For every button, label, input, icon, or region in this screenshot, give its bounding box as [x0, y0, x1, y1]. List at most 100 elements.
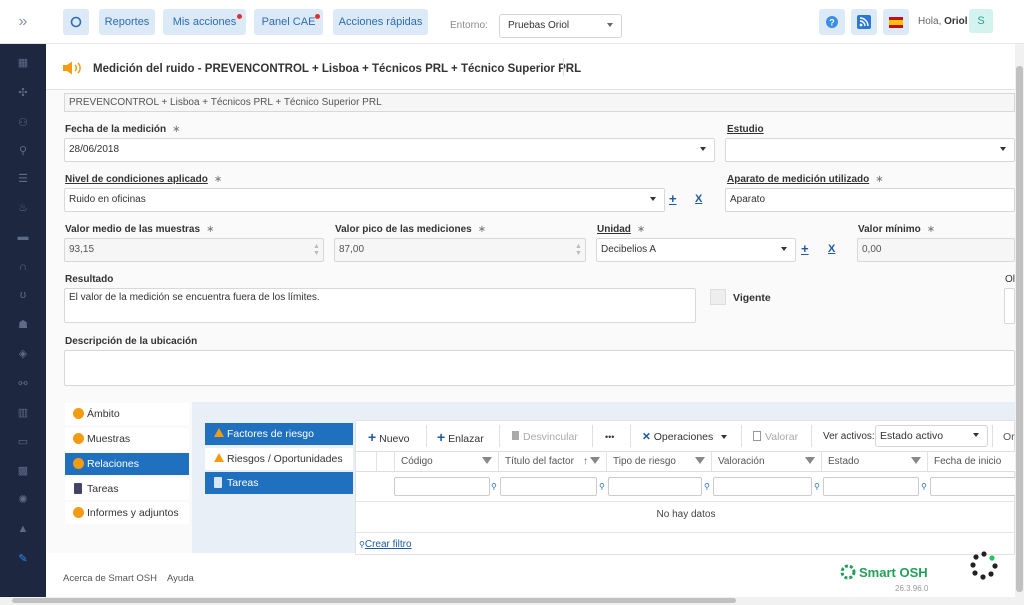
entorno-value: Pruebas Oriol: [508, 20, 570, 31]
tab-tareas[interactable]: Tareas: [205, 472, 353, 494]
filter-icon[interactable]: [482, 457, 492, 464]
filter-valoracion-input[interactable]: [713, 477, 812, 496]
filter-icon[interactable]: ⚲: [921, 482, 927, 491]
shield-icon[interactable]: ◈: [13, 346, 33, 362]
column-fecha-inicio[interactable]: Fecha de inicio: [927, 452, 1016, 471]
search-button[interactable]: [63, 9, 89, 35]
filter-icon[interactable]: [590, 457, 600, 464]
column-tipo-riesgo[interactable]: Tipo de riesgo: [606, 452, 711, 471]
operaciones-label: Operaciones: [653, 431, 714, 443]
filter-icon[interactable]: [911, 457, 921, 464]
clear-nivel-button[interactable]: X: [695, 193, 702, 205]
sort-asc-icon[interactable]: ↑: [583, 452, 588, 472]
compass-icon[interactable]: ✣: [13, 85, 33, 101]
acciones-rapidas-button[interactable]: Acciones rápidas: [333, 9, 428, 35]
ob-textarea[interactable]: [1004, 288, 1015, 324]
resultado-textarea[interactable]: El valor de la medición se encuentra fue…: [64, 288, 696, 323]
filter-icon[interactable]: [805, 457, 815, 464]
nuevo-button[interactable]: + Nuevo: [368, 429, 409, 445]
valorar-button[interactable]: Valorar: [753, 429, 798, 445]
list-icon[interactable]: ☰: [13, 171, 33, 187]
add-nivel-button[interactable]: +: [669, 192, 677, 205]
entorno-select[interactable]: Pruebas Oriol: [499, 14, 622, 38]
filter-fecha-input[interactable]: [930, 477, 1016, 496]
column-label: Valoración: [718, 456, 765, 467]
nivel-select[interactable]: Ruido en oficinas: [64, 188, 665, 212]
filter-codigo-input[interactable]: [394, 477, 490, 496]
chevron-down-icon: [973, 433, 979, 437]
valor-medio-input[interactable]: 93,15 ▲ ▼: [64, 238, 324, 262]
filter-titulo-input[interactable]: [500, 477, 597, 496]
stethoscope-icon[interactable]: ʊ: [13, 287, 33, 303]
user-icon[interactable]: ☗: [13, 317, 33, 333]
crear-filtro-link[interactable]: ⚲Crear filtro: [359, 539, 412, 550]
filter-icon[interactable]: ⚲: [491, 482, 497, 491]
about-link[interactable]: Acerca de Smart OSH: [63, 573, 157, 584]
briefcase-icon[interactable]: ▭: [13, 434, 33, 450]
panel-cae-button[interactable]: Panel CAE: [254, 9, 323, 35]
filter-icon[interactable]: ⚲: [814, 482, 820, 491]
valor-pico-input[interactable]: 87,00 ▲ ▼: [334, 238, 586, 262]
org-icon[interactable]: ⚯: [13, 376, 33, 392]
more-button[interactable]: •••: [605, 429, 614, 445]
desvincular-button[interactable]: Desvincular: [512, 429, 578, 445]
filter-icon[interactable]: ⚲: [599, 482, 605, 491]
column-codigo[interactable]: Código: [394, 452, 498, 471]
filter-tipo-input[interactable]: [608, 477, 702, 496]
filter-icon[interactable]: ⚲: [704, 482, 710, 491]
vigente-checkbox[interactable]: [710, 289, 726, 305]
estado-activo-select[interactable]: Estado activo: [875, 425, 988, 447]
add-unidad-button[interactable]: +: [801, 242, 809, 255]
aparato-input[interactable]: Aparato: [725, 188, 1015, 212]
estudio-input[interactable]: [725, 138, 1015, 162]
help-link[interactable]: Ayuda: [167, 573, 194, 584]
people-icon[interactable]: ⚇: [13, 115, 33, 131]
filter-icon[interactable]: [695, 457, 705, 464]
headset-icon[interactable]: ∩: [13, 259, 33, 275]
tools-icon: ✕: [642, 431, 651, 443]
book-icon[interactable]: ▬: [13, 229, 33, 245]
nav-muestras[interactable]: Muestras: [65, 428, 189, 450]
nav-ambito[interactable]: Ámbito: [65, 403, 189, 425]
virus-icon[interactable]: ✺: [13, 492, 33, 508]
fire-icon[interactable]: ♨: [13, 200, 33, 216]
search-person-icon[interactable]: ⚲: [13, 143, 33, 159]
nav-tareas[interactable]: Tareas: [65, 478, 189, 500]
filter-estado-input[interactable]: [823, 477, 919, 496]
horizontal-scrollbar-thumb[interactable]: [12, 598, 736, 603]
grid-icon[interactable]: ▩: [13, 463, 33, 479]
reportes-button[interactable]: Reportes: [99, 9, 155, 35]
enlazar-button[interactable]: + Enlazar: [437, 429, 484, 445]
building-icon[interactable]: ▥: [13, 405, 33, 421]
column-titulo[interactable]: Título del factor ↑: [498, 452, 606, 471]
nav-label: Ámbito: [87, 408, 120, 420]
avatar[interactable]: S: [969, 9, 993, 33]
valor-minimo-input[interactable]: 0,00: [857, 238, 1015, 262]
fecha-input[interactable]: 28/06/2018: [64, 138, 715, 162]
rss-button[interactable]: [851, 9, 877, 35]
chart-icon[interactable]: ▦: [13, 55, 33, 71]
unidad-select[interactable]: Decibelios A: [596, 238, 796, 262]
column-valoracion[interactable]: Valoración: [711, 452, 821, 471]
nav-relaciones[interactable]: Relaciones: [65, 453, 189, 475]
clear-unidad-button[interactable]: X: [828, 243, 835, 255]
user-name: Oriol: [944, 16, 968, 27]
column-estado[interactable]: Estado: [821, 452, 927, 471]
aparato-label-text: Aparato de medición utilizado: [727, 174, 870, 185]
help-button[interactable]: ?: [819, 9, 845, 35]
nav-informes[interactable]: Informes y adjuntos: [65, 502, 189, 524]
tab-riesgos-oportunidades[interactable]: Riesgos / Oportunidades: [205, 448, 353, 470]
version: 26.3.96.0: [895, 584, 929, 593]
ruler-icon[interactable]: ✎: [13, 551, 33, 567]
required-mark: ∗: [477, 224, 487, 235]
operaciones-button[interactable]: ✕ Operaciones: [642, 429, 728, 445]
expand-sidebar-icon[interactable]: »: [0, 0, 46, 44]
vertical-scrollbar-thumb[interactable]: [1016, 66, 1023, 592]
descripcion-textarea[interactable]: [64, 350, 1015, 386]
language-button[interactable]: [883, 9, 909, 35]
chat-widget-icon[interactable]: [969, 550, 999, 580]
bell-icon[interactable]: ▲: [13, 521, 33, 537]
tab-factores-riesgo[interactable]: Factores de riesgo: [205, 423, 353, 445]
mis-acciones-button[interactable]: Mis acciones: [163, 9, 246, 35]
chevron-down-icon: [781, 247, 787, 251]
